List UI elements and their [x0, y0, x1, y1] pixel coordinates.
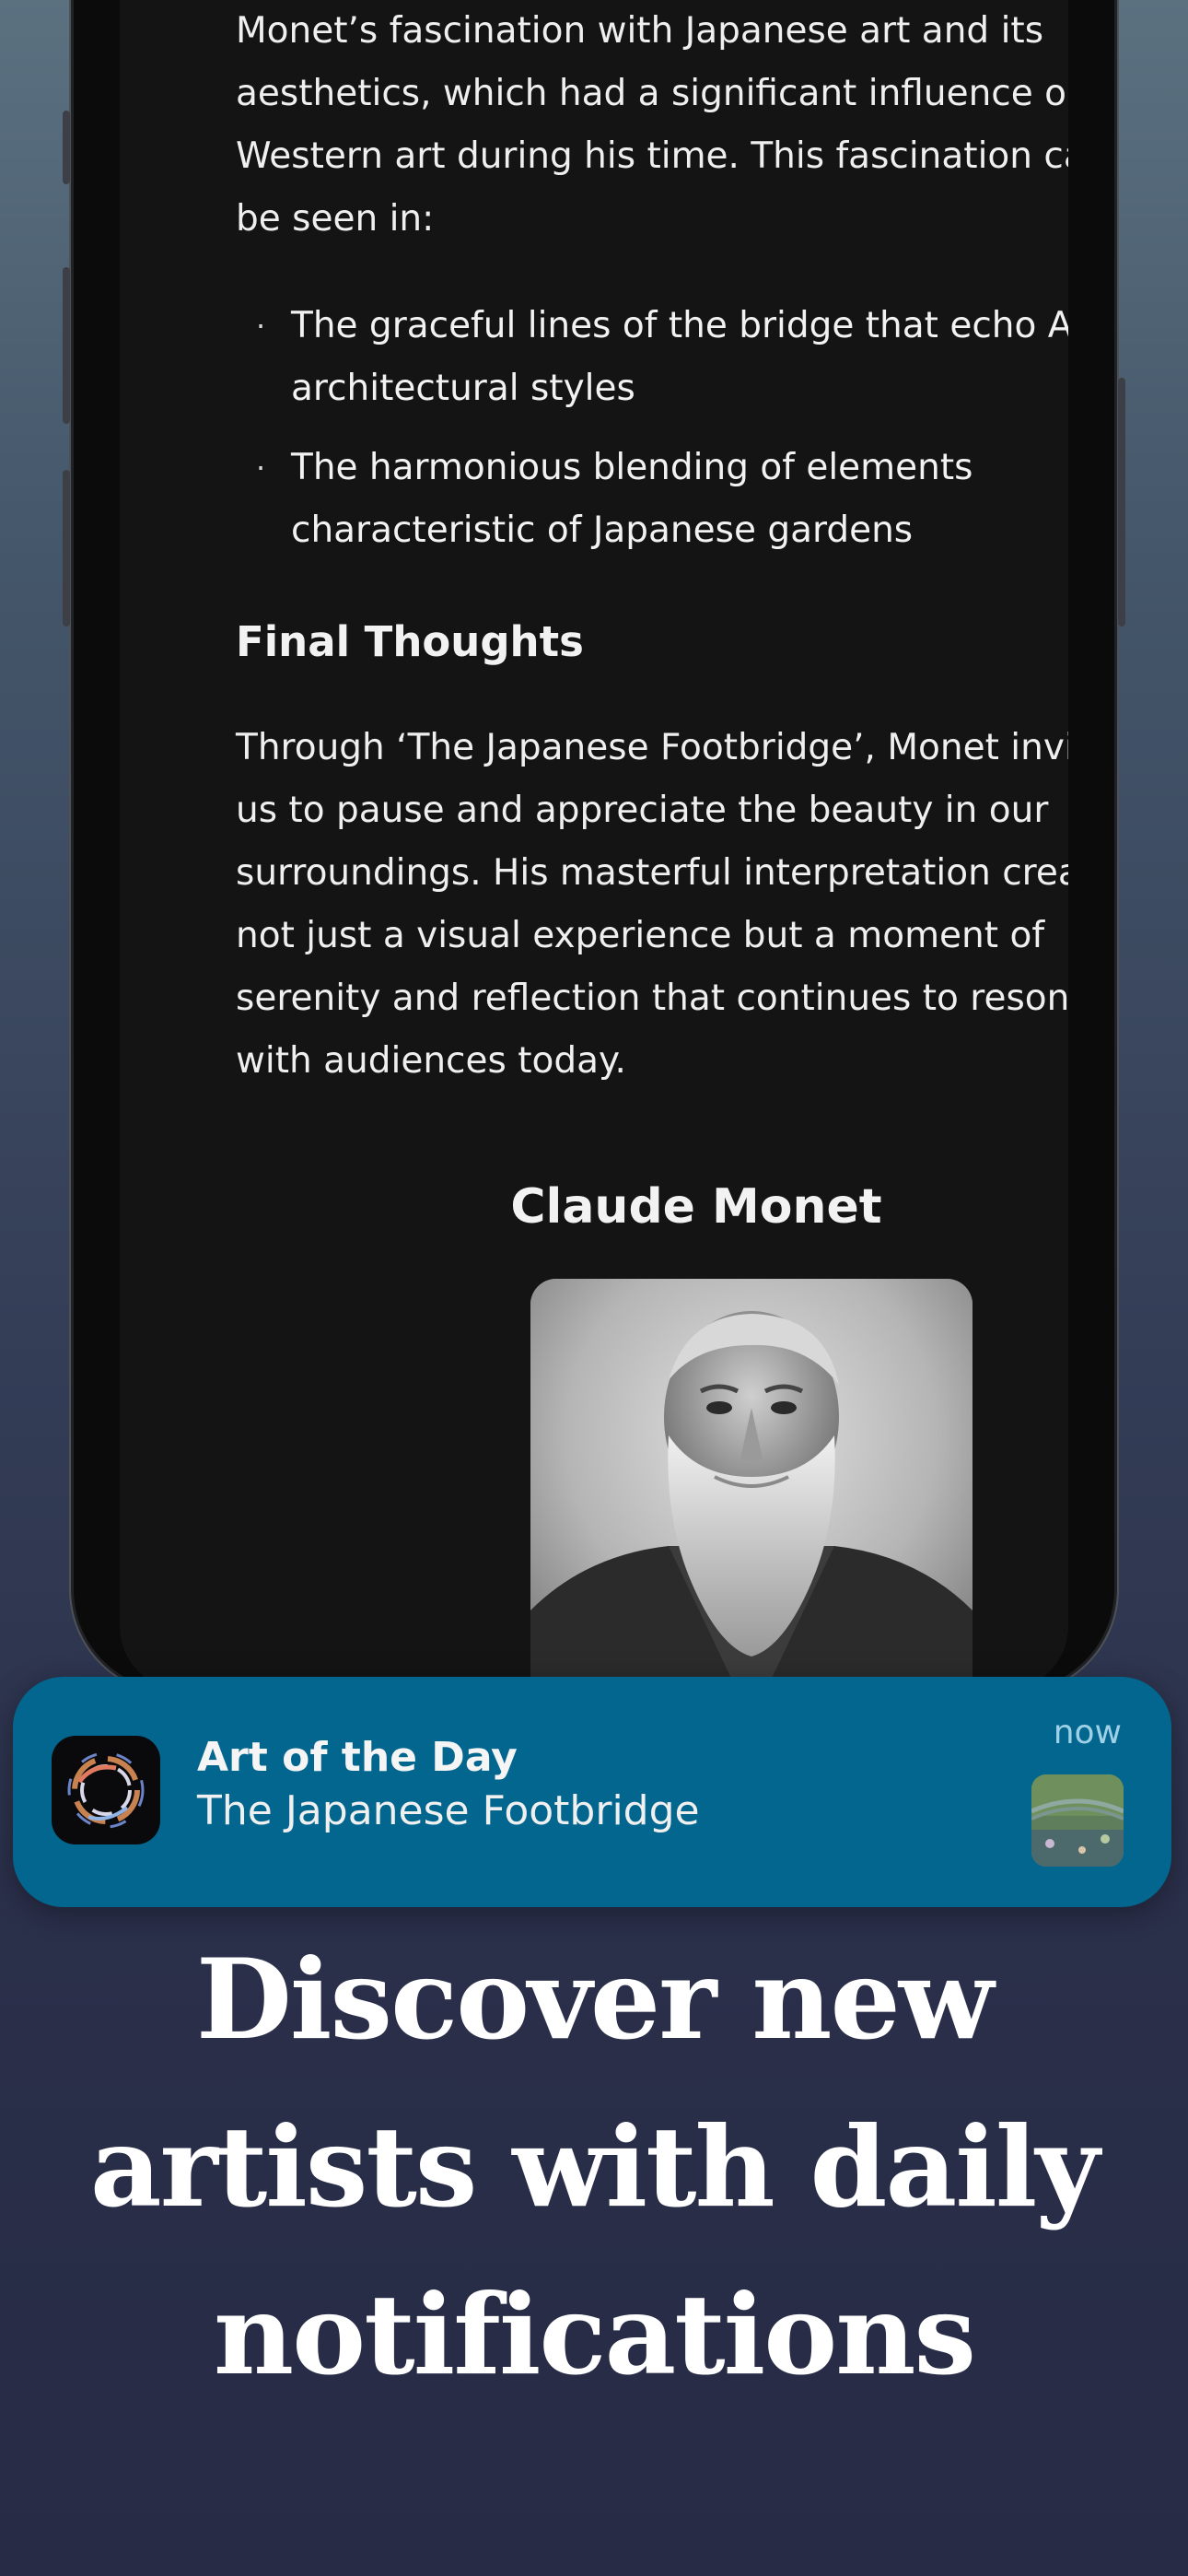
volume-down-button — [63, 470, 70, 626]
mute-switch — [63, 111, 70, 184]
closing-paragraph: Through ‘The Japanese Footbridge’, Monet… — [236, 727, 1068, 1082]
headline-line: artists with daily — [89, 2102, 1100, 2232]
bullet-icon: · — [256, 451, 266, 486]
phone-device: Monet’s fascination with Japanese art an… — [63, 0, 1125, 1691]
notification-message: The Japanese Footbridge — [197, 1787, 700, 1834]
section-heading: Final Thoughts — [236, 617, 584, 666]
power-button — [1118, 378, 1125, 626]
marketing-headline: Discover new artists with daily notifica… — [0, 1916, 1188, 2419]
art-swirl-icon — [67, 1751, 145, 1829]
volume-up-button — [63, 267, 70, 424]
portrait-illustration — [530, 1279, 973, 1691]
notification-title: Art of the Day — [197, 1734, 518, 1781]
list-item: · The graceful lines of the bridge that … — [236, 295, 1068, 420]
notification-time: now — [1053, 1714, 1122, 1751]
bullet-icon: · — [256, 309, 266, 344]
notification-banner[interactable]: Art of the Day The Japanese Footbridge n… — [13, 1677, 1171, 1907]
artist-heading: Claude Monet — [510, 1179, 882, 1235]
bullet-text: The harmonious blending of elements char… — [291, 447, 973, 551]
artist-portrait — [530, 1279, 973, 1691]
painting-thumbnail-icon — [1031, 1774, 1124, 1867]
app-screen: Monet’s fascination with Japanese art an… — [120, 0, 1068, 1691]
intro-paragraph: Monet’s fascination with Japanese art an… — [236, 10, 1068, 240]
headline-line: Discover new — [195, 1935, 994, 2065]
list-item: · The harmonious blending of elements ch… — [236, 437, 1068, 562]
headline-line: notifications — [213, 2270, 976, 2400]
bullet-list: · The graceful lines of the bridge that … — [236, 295, 1068, 579]
footbridge-thumbnail — [1031, 1774, 1124, 1867]
bullet-text: The graceful lines of the bridge that ec… — [291, 305, 1068, 409]
app-icon — [52, 1736, 160, 1844]
